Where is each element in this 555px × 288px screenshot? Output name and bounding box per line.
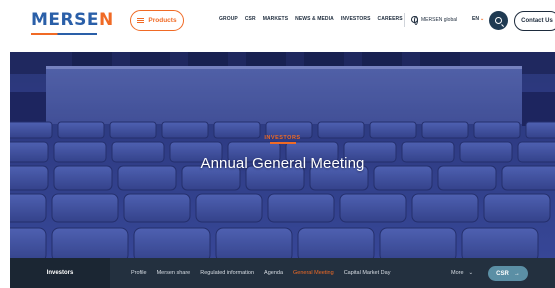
nav-item-news-media[interactable]: NEWS & MEDIA [295,16,334,22]
menu-icon [137,18,145,23]
more-dropdown[interactable]: More ⌄ [451,258,473,288]
products-button[interactable]: Products [130,10,184,31]
section-label: Investors [10,258,110,288]
global-label: MERSEN global [421,16,458,23]
logo-underline [31,33,97,35]
search-button[interactable] [489,11,508,30]
nav-item-investors[interactable]: INVESTORS [341,16,371,22]
globe-icon [411,16,418,25]
contact-us-button[interactable]: Contact Us [514,11,555,31]
investors-subnav: Investors Profile Mersen share Regulated… [10,258,555,288]
site-header: MERSEN Products GROUP CSR MARKETS NEWS &… [0,0,555,46]
header-divider [404,13,405,27]
logo-text: MERSEN [31,10,114,30]
hero-banner: INVESTORS Annual General Meeting [10,52,555,258]
language-label: EN [472,16,479,22]
subnav-item-regulated-information[interactable]: Regulated information [200,270,254,276]
nav-item-group[interactable]: GROUP [219,16,238,22]
csr-label: CSR [496,270,509,277]
chevron-down-icon: ⌄ [479,16,485,22]
global-site-link[interactable]: MERSEN global [411,16,458,25]
subnav-item-capital-market-day[interactable]: Capital Market Day [344,270,391,276]
logo-text-accent: N [98,10,114,30]
main-nav: GROUP CSR MARKETS NEWS & MEDIA INVESTORS… [219,16,403,22]
subnav-items: Profile Mersen share Regulated informati… [131,258,390,288]
page-title: Annual General Meeting [200,155,365,172]
subnav-item-profile[interactable]: Profile [131,270,147,276]
subnav-item-general-meeting[interactable]: General Meeting [293,270,334,276]
search-icon [495,17,502,24]
logo-text-main: MERSE [31,10,99,30]
language-selector[interactable]: EN ⌄ [472,16,484,22]
contact-us-label: Contact Us [521,18,553,24]
more-label: More [451,270,464,276]
subnav-item-agenda[interactable]: Agenda [264,270,283,276]
arrow-right-icon: → [513,270,520,277]
nav-item-csr[interactable]: CSR [245,16,256,22]
mersen-logo[interactable]: MERSEN [31,9,114,35]
subnav-item-mersen-share[interactable]: Mersen share [157,270,191,276]
nav-item-markets[interactable]: MARKETS [263,16,288,22]
chevron-down-icon: ⌄ [468,270,474,276]
products-label: Products [148,17,177,24]
hero-kicker: INVESTORS [10,135,555,144]
csr-button[interactable]: CSR → [488,266,528,281]
nav-item-careers[interactable]: CAREERS [378,16,403,22]
